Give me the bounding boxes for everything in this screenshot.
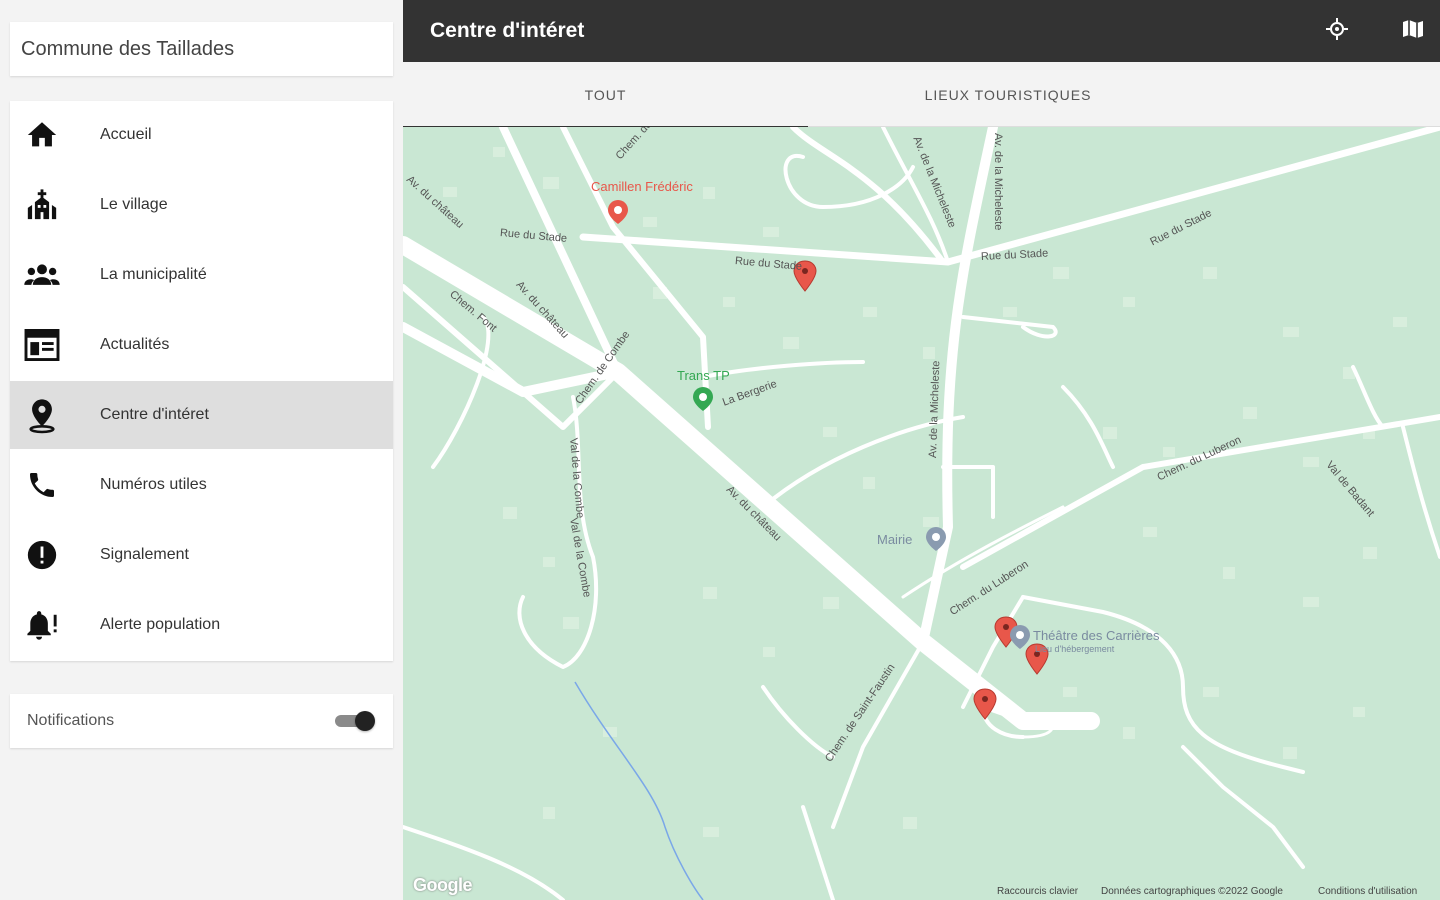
poi-pin-icon (693, 387, 713, 411)
sidebar-item-centre-interet[interactable]: Centre d'intéret (10, 381, 393, 449)
poi-label-camillen[interactable]: Camillen Frédéric (591, 179, 693, 194)
sidebar-item-alerte-population[interactable]: Alerte population (10, 591, 393, 659)
poi-label-trans-tp[interactable]: Trans TP (677, 368, 730, 383)
commune-title: Commune des Taillades (10, 22, 393, 76)
newspaper-icon (22, 325, 62, 365)
map-data-attribution: Données cartographiques ©2022 Google (1101, 886, 1283, 897)
page-title: Centre d'intéret (430, 19, 585, 42)
sidebar-item-municipalite[interactable]: La municipalité (10, 241, 393, 309)
sidebar-item-label: Signalement (100, 546, 189, 563)
map-view[interactable]: Chem. de F Av. du château Rue du Stade R… (403, 127, 1440, 900)
category-tabs: TOUT LIEUX TOURISTIQUES (403, 62, 1440, 128)
terms-link[interactable]: Conditions d'utilisation (1318, 886, 1417, 897)
sidebar-item-actualites[interactable]: Actualités (10, 311, 393, 379)
sidebar-item-label: Le village (100, 196, 168, 213)
bell-alert-icon (22, 605, 62, 645)
commune-name: Commune des Taillades (21, 37, 235, 60)
poi-sublabel-theatre: Lieu d'hébergement (1035, 644, 1115, 654)
locate-icon (1325, 17, 1349, 46)
sidebar-item-accueil[interactable]: Accueil (10, 101, 393, 169)
poi-pin-icon (1010, 625, 1030, 649)
map-icon (1401, 17, 1425, 46)
app-bar: Centre d'intéret (403, 0, 1440, 62)
home-icon (22, 115, 62, 155)
toggle-thumb (355, 711, 375, 731)
poi-label-mairie[interactable]: Mairie (877, 532, 912, 547)
map-markers (608, 200, 1049, 720)
street-label: Av. de la Micheleste (992, 133, 1004, 231)
notifications-label: Notifications (27, 712, 115, 729)
sidebar-item-village[interactable]: Le village (10, 171, 393, 239)
poi-label-theatre[interactable]: Théâtre des Carrières (1033, 628, 1159, 643)
sidebar-item-label: Accueil (100, 126, 152, 143)
tab-label: TOUT (584, 86, 627, 103)
sidebar-item-signalement[interactable]: Signalement (10, 521, 393, 589)
sidebar-item-label: Actualités (100, 336, 170, 353)
map-view-button[interactable] (1396, 14, 1430, 48)
sidebar-item-label: La municipalité (100, 266, 207, 283)
notifications-toggle[interactable] (335, 711, 375, 731)
sidebar-item-numeros-utiles[interactable]: Numéros utiles (10, 451, 393, 519)
sidebar-item-label: Centre d'intéret (100, 406, 209, 423)
location-pin-icon (22, 395, 62, 435)
alert-circle-icon (22, 535, 62, 575)
poi-marker-icon (973, 688, 997, 720)
notifications-setting: Notifications (10, 694, 393, 748)
sidebar-item-label: Numéros utiles (100, 476, 207, 493)
google-logo: Google (413, 875, 473, 895)
keyboard-shortcuts-link[interactable]: Raccourcis clavier (997, 886, 1078, 897)
locate-button[interactable] (1320, 14, 1354, 48)
nav-menu: Accueil Le village La municipalité Actua… (10, 101, 393, 661)
phone-icon (22, 465, 62, 505)
sidebar-item-label: Alerte population (100, 616, 221, 633)
tab-lieux-touristiques[interactable]: LIEUX TOURISTIQUES (808, 62, 1208, 127)
people-icon (22, 255, 62, 295)
tab-tout[interactable]: TOUT (403, 62, 808, 128)
tab-label: LIEUX TOURISTIQUES (924, 86, 1092, 103)
church-icon (22, 185, 62, 225)
sidebar: Commune des Taillades Accueil Le village… (0, 0, 403, 900)
